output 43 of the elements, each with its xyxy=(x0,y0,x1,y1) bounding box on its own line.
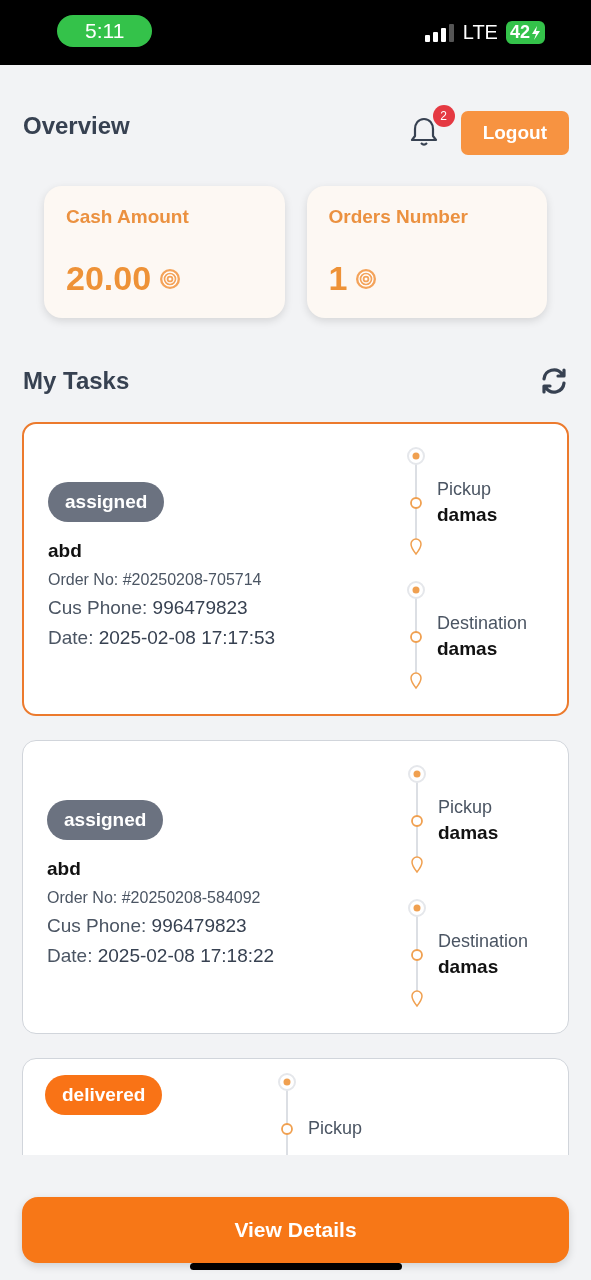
route-timeline-icon xyxy=(407,581,425,691)
charging-icon xyxy=(531,25,541,40)
signal-icon xyxy=(424,23,455,42)
task-card[interactable]: delivered Pickup xyxy=(22,1058,569,1155)
notification-count: 2 xyxy=(432,105,455,127)
coin-icon xyxy=(355,267,378,290)
refresh-icon[interactable] xyxy=(539,366,569,396)
order-date: Date: 2025-02-08 17:18:22 xyxy=(47,944,275,967)
network-label: LTE xyxy=(462,21,498,44)
stop-label: Pickup xyxy=(308,1117,364,1139)
route-timeline-icon xyxy=(407,447,425,557)
customer-phone: Cus Phone: 996479823 xyxy=(47,914,247,937)
order-date: Date: 2025-02-08 17:17:53 xyxy=(48,626,276,649)
customer-phone: Cus Phone: 996479823 xyxy=(48,596,248,619)
status-tag: assigned xyxy=(48,481,165,522)
stat-value: 1 xyxy=(328,259,348,298)
stop-label: Pickup xyxy=(438,796,494,818)
battery-level: 42 xyxy=(505,21,545,44)
route-timeline-icon xyxy=(408,765,426,875)
stop-label: Destination xyxy=(438,930,530,952)
order-number: Order No: #20250208-584092 xyxy=(47,888,261,907)
task-card[interactable]: assigned abd Order No: #20250208-584092 Cus Phone: 996479823 Date: 2025-02-08 17:18:22 Pickup damas Destination damas xyxy=(22,740,569,1034)
page-title: Overview xyxy=(23,112,130,140)
stop-location: damas xyxy=(437,637,499,660)
stop-location: damas xyxy=(438,821,500,844)
status-tag: assigned xyxy=(47,799,164,840)
stop-label: Destination xyxy=(437,612,529,634)
customer-name: abd xyxy=(48,539,82,562)
stat-label: Orders Number xyxy=(328,206,469,228)
coin-icon xyxy=(159,267,182,290)
order-number: Order No: #20250208-705714 xyxy=(48,570,262,589)
stat-value: 20.00 xyxy=(66,259,152,298)
stat-label: Cash Amount xyxy=(66,206,190,228)
stop-label: Pickup xyxy=(437,478,493,500)
status-tag: delivered xyxy=(45,1075,163,1115)
task-card[interactable]: assigned abd Order No: #20250208-705714 Cus Phone: 996479823 Date: 2025-02-08 17:17:53 Pickup damas Destination damas xyxy=(22,422,569,716)
section-title: My Tasks xyxy=(23,367,130,395)
stop-location: damas xyxy=(437,503,499,526)
stop-location: damas xyxy=(438,955,500,978)
route-timeline-icon xyxy=(408,899,426,1009)
route-timeline-icon xyxy=(278,1073,296,1155)
clock: 5:11 xyxy=(57,14,153,47)
customer-name: abd xyxy=(47,857,81,880)
